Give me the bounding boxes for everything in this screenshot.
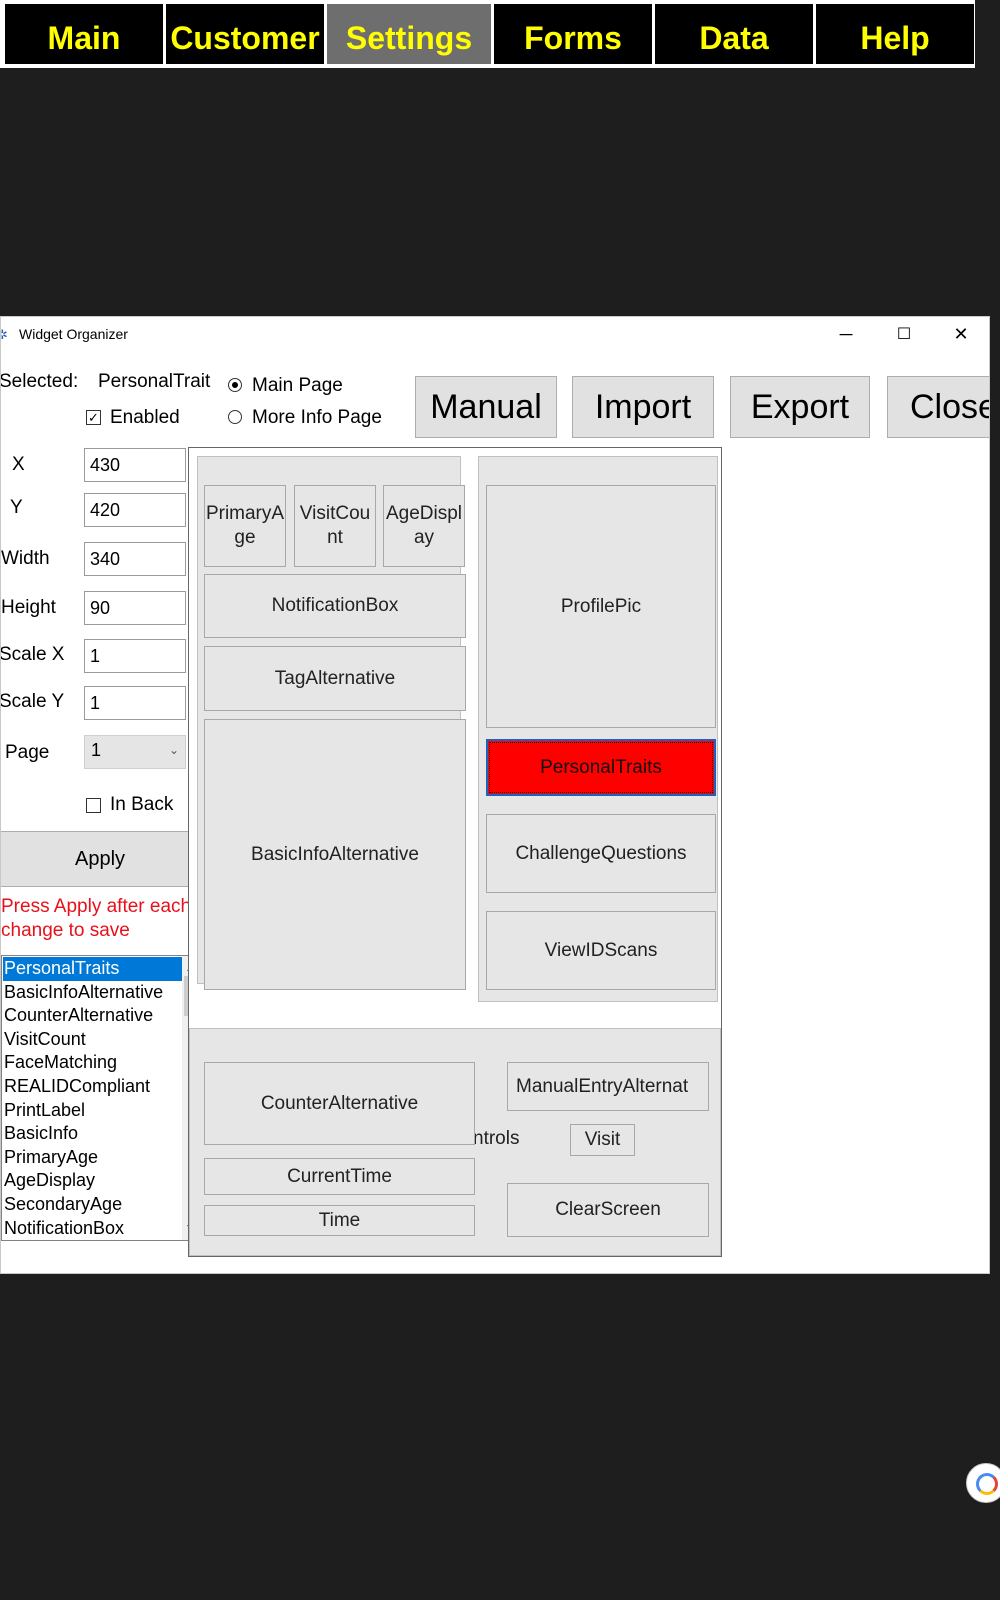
challenge-questions-widget[interactable]: ChallengeQuestions bbox=[486, 814, 716, 893]
import-button[interactable]: Import bbox=[572, 376, 714, 438]
visit-widget[interactable]: Visit bbox=[570, 1124, 635, 1156]
more-info-page-label: More Info Page bbox=[252, 407, 382, 428]
visit-count-widget[interactable]: VisitCount bbox=[294, 485, 376, 567]
in-back-label: In Back bbox=[110, 794, 174, 815]
height-input[interactable] bbox=[84, 591, 186, 625]
manual-entry-alternative-widget[interactable]: ManualEntryAlternat bbox=[507, 1062, 709, 1111]
widget-listbox[interactable]: PersonalTraits BasicInfoAlternative Coun… bbox=[1, 955, 203, 1241]
floating-assistant-button[interactable] bbox=[966, 1463, 1000, 1503]
page-label: Page bbox=[5, 742, 50, 763]
y-label: Y bbox=[10, 497, 23, 518]
top-nav-bar: Main Customer Settings Forms Data Help bbox=[0, 0, 975, 68]
dialog-title: Widget Organizer bbox=[19, 326, 128, 342]
selected-label: Selected: bbox=[0, 371, 79, 392]
time-widget[interactable]: Time bbox=[204, 1205, 475, 1236]
scale-y-label: Scale Y bbox=[0, 691, 65, 712]
list-item[interactable]: PrimaryAge bbox=[3, 1146, 182, 1170]
page-select-value: 1 bbox=[91, 740, 102, 760]
list-item[interactable]: VisitCount bbox=[3, 1028, 182, 1052]
clear-screen-widget[interactable]: ClearScreen bbox=[507, 1183, 709, 1237]
list-item[interactable]: BasicInfo bbox=[3, 1122, 182, 1146]
close-button[interactable]: Close bbox=[887, 376, 989, 438]
export-button[interactable]: Export bbox=[730, 376, 870, 438]
apply-button[interactable]: Apply bbox=[1, 831, 201, 887]
nav-tab-main[interactable]: Main bbox=[5, 4, 163, 64]
list-item[interactable]: SecondaryAge bbox=[3, 1193, 182, 1217]
apply-hint: Press Apply after each change to save bbox=[1, 896, 192, 941]
list-item[interactable]: FaceMatching bbox=[3, 1051, 182, 1075]
scale-x-input[interactable] bbox=[84, 639, 186, 673]
list-item[interactable]: AgeDisplay bbox=[3, 1169, 182, 1193]
list-item[interactable]: REALIDCompliant bbox=[3, 1075, 182, 1099]
more-info-page-radio[interactable] bbox=[228, 410, 242, 424]
basic-info-alternative-widget[interactable]: BasicInfoAlternative bbox=[204, 719, 466, 990]
list-item[interactable]: CounterAlternative bbox=[3, 1004, 182, 1028]
tag-alternative-widget[interactable]: TagAlternative bbox=[204, 646, 466, 711]
app-icon: ✲ bbox=[1, 327, 15, 343]
scale-x-label: Scale X bbox=[0, 644, 65, 665]
controls-widget[interactable]: ntrols bbox=[473, 1128, 519, 1150]
title-bar: ✲ Widget Organizer ─ ☐ ✕ bbox=[1, 317, 989, 353]
width-label: Width bbox=[1, 548, 50, 569]
list-item[interactable]: NotificationBox bbox=[3, 1217, 182, 1240]
nav-tab-settings[interactable]: Settings bbox=[327, 4, 491, 64]
enabled-checkbox[interactable]: ✓ bbox=[86, 410, 101, 425]
current-time-widget[interactable]: CurrentTime bbox=[204, 1158, 475, 1195]
nav-tab-data[interactable]: Data bbox=[655, 4, 813, 64]
page-select[interactable]: 1 ⌄ bbox=[84, 735, 186, 769]
widget-organizer-dialog: ✲ Widget Organizer ─ ☐ ✕ Selected: Perso… bbox=[0, 316, 990, 1274]
height-label: Height bbox=[1, 597, 56, 618]
enabled-label: Enabled bbox=[110, 407, 180, 428]
y-input[interactable] bbox=[84, 493, 186, 527]
assistant-ring-icon bbox=[976, 1473, 998, 1495]
list-item[interactable]: PersonalTraits bbox=[3, 957, 182, 981]
chevron-down-icon: ⌄ bbox=[168, 743, 179, 757]
selected-value: PersonalTrait bbox=[98, 371, 211, 392]
personal-traits-widget[interactable]: PersonalTraits bbox=[486, 739, 716, 796]
age-display-widget[interactable]: AgeDisplay bbox=[383, 485, 465, 567]
manual-button[interactable]: Manual bbox=[415, 376, 557, 438]
layout-canvas: PrimaryAge VisitCount AgeDisplay Notific… bbox=[188, 447, 722, 1257]
close-icon[interactable]: ✕ bbox=[938, 317, 984, 351]
profile-pic-widget[interactable]: ProfilePic bbox=[486, 485, 716, 728]
main-page-label: Main Page bbox=[252, 375, 343, 396]
scale-y-input[interactable] bbox=[84, 686, 186, 720]
notification-box-widget[interactable]: NotificationBox bbox=[204, 574, 466, 638]
maximize-icon[interactable]: ☐ bbox=[881, 317, 927, 351]
x-label: X bbox=[12, 454, 25, 475]
view-id-scans-widget[interactable]: ViewIDScans bbox=[486, 911, 716, 990]
primary-age-widget[interactable]: PrimaryAge bbox=[204, 485, 286, 567]
main-page-radio[interactable] bbox=[228, 378, 242, 392]
counter-alternative-widget[interactable]: CounterAlternative bbox=[204, 1062, 475, 1145]
minimize-icon[interactable]: ─ bbox=[823, 317, 869, 351]
nav-tab-help[interactable]: Help bbox=[816, 4, 974, 64]
list-item[interactable]: BasicInfoAlternative bbox=[3, 981, 182, 1005]
in-back-checkbox[interactable] bbox=[86, 798, 101, 813]
x-input[interactable] bbox=[84, 448, 186, 482]
nav-tab-customer[interactable]: Customer bbox=[166, 4, 324, 64]
nav-tab-forms[interactable]: Forms bbox=[494, 4, 652, 64]
width-input[interactable] bbox=[84, 542, 186, 576]
list-item[interactable]: PrintLabel bbox=[3, 1099, 182, 1123]
